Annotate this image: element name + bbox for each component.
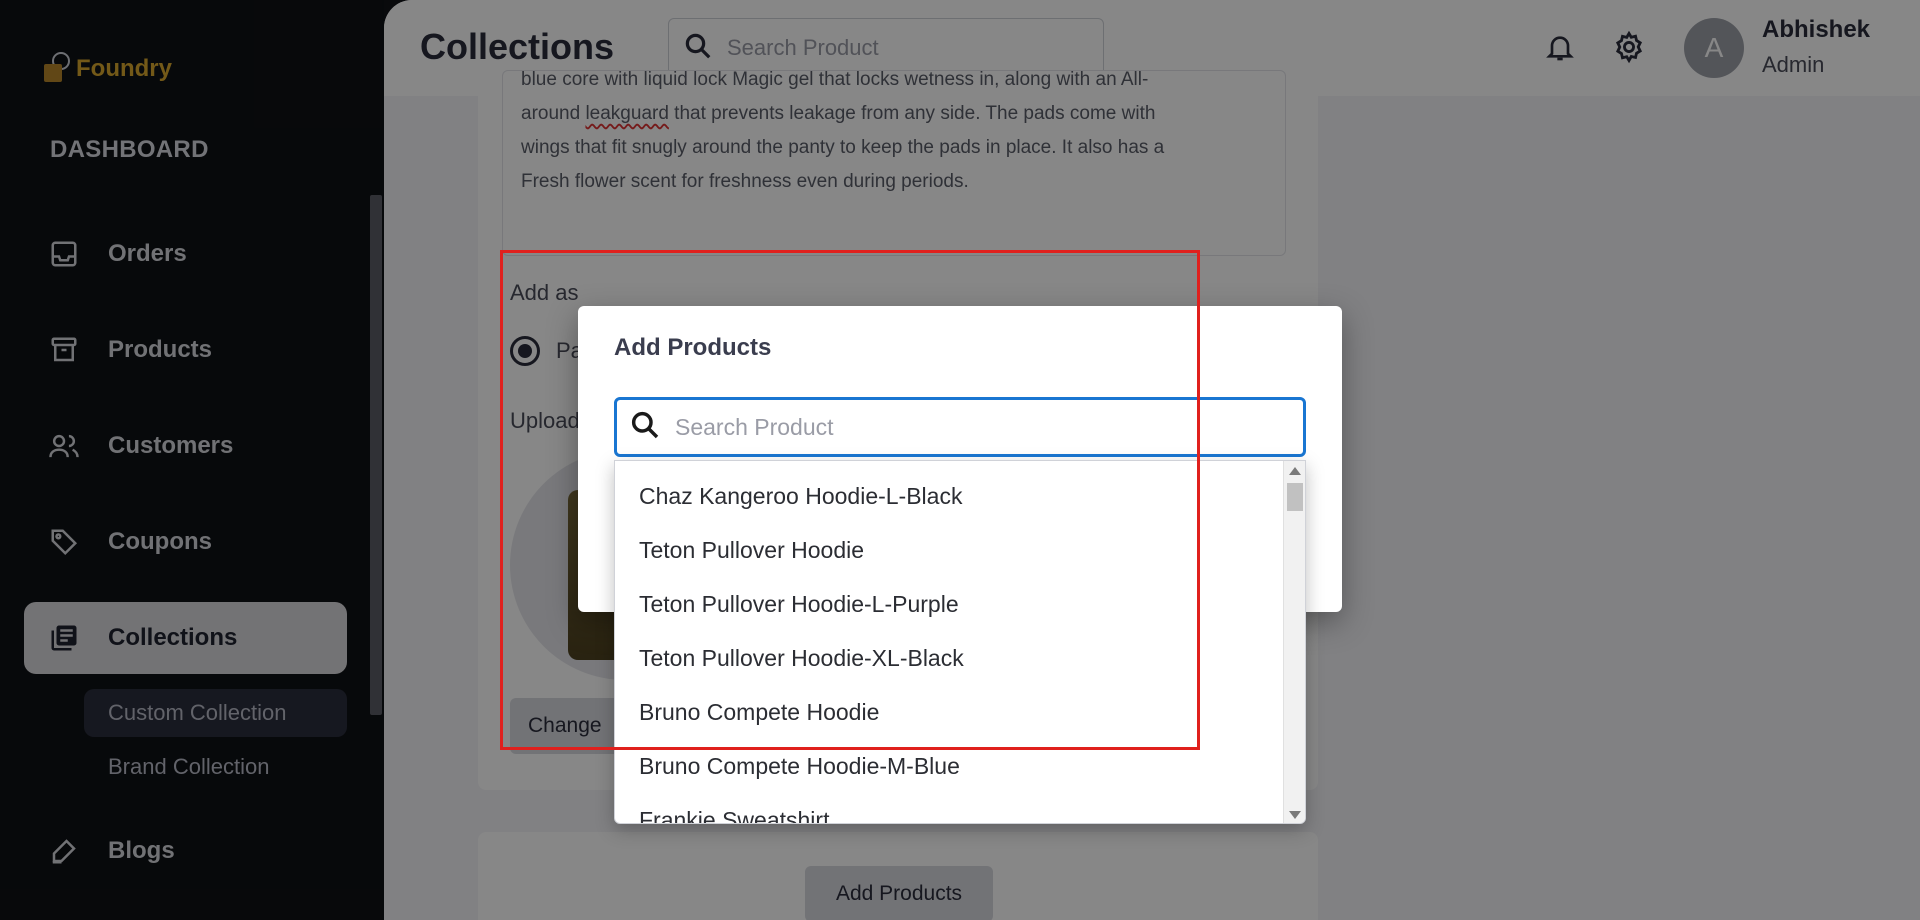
list-item[interactable]: Teton Pullover Hoodie (639, 537, 864, 564)
list-item[interactable]: Bruno Compete Hoodie-M-Blue (639, 753, 960, 780)
scroll-thumb[interactable] (1287, 483, 1303, 511)
product-options-list[interactable]: Chaz Kangeroo Hoodie-L-Black Teton Pullo… (614, 460, 1306, 824)
list-item[interactable]: Teton Pullover Hoodie-L-Purple (639, 591, 959, 618)
scroll-down-arrow-icon[interactable] (1289, 811, 1301, 819)
dialog-search-input[interactable]: Search Product (614, 397, 1306, 457)
list-scrollbar[interactable] (1283, 461, 1305, 823)
list-item[interactable]: Frankie Sweatshirt (639, 807, 829, 823)
list-item[interactable]: Teton Pullover Hoodie-XL-Black (639, 645, 964, 672)
search-placeholder: Search Product (675, 413, 834, 440)
list-item[interactable]: Bruno Compete Hoodie (639, 699, 879, 726)
list-item[interactable]: Chaz Kangeroo Hoodie-L-Black (639, 483, 962, 510)
scroll-up-arrow-icon[interactable] (1289, 467, 1301, 475)
dialog-title: Add Products (614, 334, 772, 361)
search-icon (629, 409, 661, 446)
